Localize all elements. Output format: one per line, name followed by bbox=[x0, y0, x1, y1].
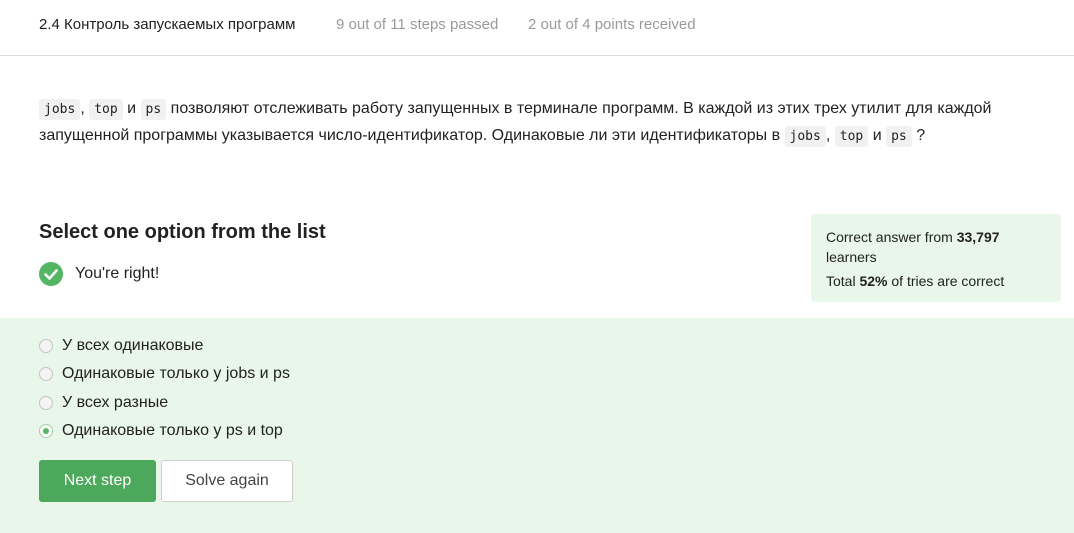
option-label[interactable]: У всех одинаковые bbox=[62, 337, 203, 355]
option-label[interactable]: У всех разные bbox=[62, 394, 168, 412]
status-text: You're right! bbox=[75, 265, 160, 282]
option-item[interactable]: У всех одинаковые bbox=[39, 336, 203, 356]
stats-success-rate: Total 52% of tries are correct bbox=[826, 271, 1046, 291]
option-item[interactable]: Одинаковые только у jobs и ps bbox=[39, 364, 290, 384]
option-label[interactable]: Одинаковые только у ps и top bbox=[62, 422, 283, 440]
code-jobs: jobs bbox=[39, 99, 81, 120]
radio-button[interactable] bbox=[39, 339, 53, 353]
stats-prefix: Correct answer from bbox=[826, 229, 953, 245]
result-status: You're right! bbox=[39, 262, 159, 286]
radio-button[interactable] bbox=[39, 367, 53, 381]
code-top: top bbox=[89, 99, 123, 120]
lesson-title[interactable]: 2.4 Контроль запускаемых программ bbox=[39, 16, 295, 33]
code-ps: ps bbox=[140, 99, 167, 120]
code-top: top bbox=[834, 126, 869, 147]
points-progress: 2 out of 4 points received bbox=[528, 16, 696, 33]
comma: , bbox=[80, 100, 85, 117]
code-jobs: jobs bbox=[784, 126, 826, 147]
success-percent: 52% bbox=[859, 273, 888, 289]
options-area: У всех одинаковые Одинаковые только у jo… bbox=[0, 318, 1074, 533]
option-label[interactable]: Одинаковые только у jobs и ps bbox=[62, 365, 290, 383]
total-suffix: of tries are correct bbox=[891, 273, 1005, 289]
option-item-selected[interactable]: Одинаковые только у ps и top bbox=[39, 421, 283, 441]
total-prefix: Total bbox=[826, 273, 856, 289]
radio-button[interactable] bbox=[39, 396, 53, 410]
steps-progress: 9 out of 11 steps passed bbox=[336, 16, 499, 33]
radio-button-selected[interactable] bbox=[39, 424, 53, 438]
code-ps: ps bbox=[886, 126, 912, 147]
option-item[interactable]: У всех разные bbox=[39, 393, 168, 413]
word-and: и bbox=[872, 127, 882, 144]
stats-panel: Correct answer from 33,797 learners Tota… bbox=[811, 214, 1061, 302]
stats-learners: Correct answer from 33,797 learners bbox=[826, 227, 1046, 267]
quiz-heading: Select one option from the list bbox=[39, 221, 326, 243]
learners-word: learners bbox=[826, 249, 877, 265]
solve-again-button[interactable]: Solve again bbox=[161, 460, 293, 502]
lesson-header: 2.4 Контроль запускаемых программ 9 out … bbox=[0, 0, 1074, 56]
word-and: и bbox=[127, 100, 137, 117]
question-text: jobs, top и ps позволяют отслеживать раб… bbox=[39, 96, 1039, 150]
question-mark: ? bbox=[916, 127, 926, 144]
learners-count: 33,797 bbox=[956, 229, 1000, 245]
check-circle-icon bbox=[39, 262, 63, 286]
comma: , bbox=[825, 127, 831, 144]
next-step-button[interactable]: Next step bbox=[39, 460, 156, 502]
